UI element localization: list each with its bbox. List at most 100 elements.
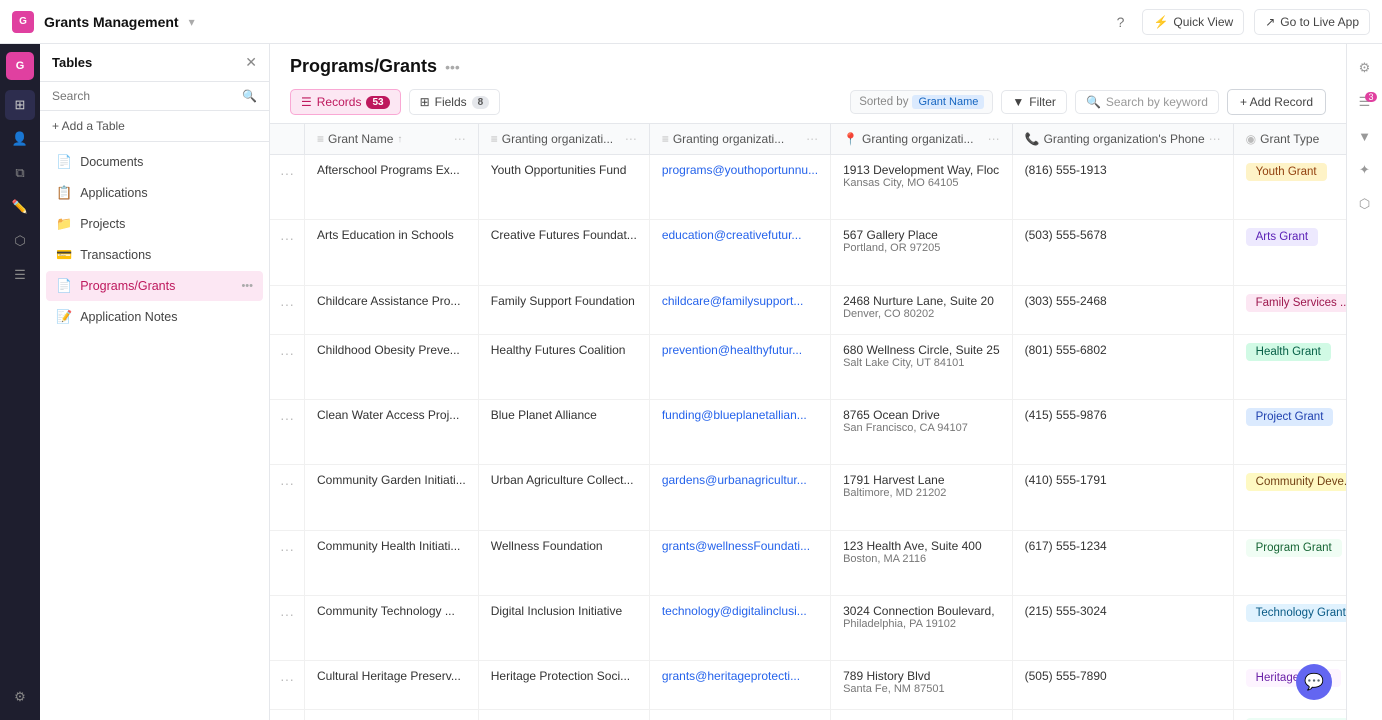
sorted-by-label: Sorted by <box>859 96 908 108</box>
row-dots[interactable]: ··· <box>270 220 305 285</box>
row-dots[interactable]: ··· <box>270 465 305 530</box>
nav-logo[interactable]: G <box>6 52 34 80</box>
row-dots[interactable]: ··· <box>270 530 305 595</box>
table-row: ··· Childhood Obesity Preve... Healthy F… <box>270 334 1346 399</box>
col-org-phone[interactable]: 📞 Granting organization's Phone ⋯ <box>1012 124 1233 155</box>
col-more-icon3[interactable]: ⋯ <box>806 132 818 146</box>
right-panel-list-icon[interactable]: ☰ 3 <box>1351 88 1379 116</box>
col-more-icon5[interactable]: ⋯ <box>1209 132 1221 146</box>
page-more-icon[interactable]: ••• <box>445 59 460 75</box>
col-org-email[interactable]: ≡ Granting organizati... ⋯ <box>649 124 830 155</box>
col-grant-type[interactable]: ◉ Grant Type ⋯ <box>1233 124 1346 155</box>
cell-org-name: Blue Planet Alliance <box>478 400 649 465</box>
transactions-icon: 💳 <box>56 247 72 263</box>
sort-chip[interactable]: Sorted by Grant Name <box>850 90 993 114</box>
col-org-name[interactable]: ≡ Granting organizati... ⋯ <box>478 124 649 155</box>
col-more-icon4[interactable]: ⋯ <box>988 132 1000 146</box>
cell-grant-name: Community Health Initiati... <box>305 530 479 595</box>
table-row: ··· Arts Education in Schools Creative F… <box>270 220 1346 285</box>
page-title: Programs/Grants <box>290 56 437 77</box>
cell-org-phone: (816) 555-1913 <box>1012 155 1233 220</box>
go-to-live-button[interactable]: ↗ Go to Live App <box>1254 9 1370 35</box>
toolbar: ☰ Records 53 ⊞ Fields 8 Sorted by Grant … <box>270 83 1346 124</box>
table-row: ··· Digital Literacy for Seniors Technol… <box>270 710 1346 720</box>
sort-asc-icon: ↑ <box>397 134 402 145</box>
nav-icon-edit[interactable]: ✏️ <box>5 192 35 222</box>
table-row: ··· Community Garden Initiati... Urban A… <box>270 465 1346 530</box>
cell-org-email: grants@wellnessFoundati... <box>649 530 830 595</box>
cell-grant-type: Education Grant <box>1233 710 1346 720</box>
table-wrapper: ≡ Grant Name ↑ ⋯ ≡ Granting organizati..… <box>270 124 1346 720</box>
sidebar-item-projects[interactable]: 📁 Projects <box>46 209 263 239</box>
grant-type-col-icon: ◉ <box>1246 132 1256 146</box>
nav-icon-grid[interactable]: ⊞ <box>5 90 35 120</box>
right-panel: ⚙ ☰ 3 ▼ ✦ ⬡ <box>1346 44 1382 720</box>
col-dots <box>270 124 305 155</box>
col-org-address[interactable]: 📍 Granting organizati... ⋯ <box>831 124 1013 155</box>
nav-icon-layers[interactable]: ⧉ <box>5 158 35 188</box>
col-grant-name[interactable]: ≡ Grant Name ↑ ⋯ <box>305 124 479 155</box>
nav-icon-list[interactable]: ☰ <box>5 260 35 290</box>
sidebar: Tables ✕ 🔍 + Add a Table 📄 Documents 📋 A… <box>40 44 270 720</box>
cell-grant-type: Project Grant <box>1233 400 1346 465</box>
chat-bubble[interactable]: 💬 <box>1296 664 1332 700</box>
help-button[interactable]: ? <box>1109 10 1133 34</box>
right-panel-star-icon[interactable]: ✦ <box>1351 156 1379 184</box>
nav-icon-settings[interactable]: ⚙ <box>5 682 35 712</box>
cell-org-name: Family Support Foundation <box>478 285 649 334</box>
org-phone-col-icon: 📞 <box>1025 132 1040 146</box>
fields-button[interactable]: ⊞ Fields 8 <box>409 89 501 115</box>
cell-org-email: funding@blueplanetallian... <box>649 400 830 465</box>
nav-icon-connect[interactable]: ⬡ <box>5 226 35 256</box>
cell-org-phone: (801) 555-6802 <box>1012 334 1233 399</box>
row-dots[interactable]: ··· <box>270 400 305 465</box>
cell-org-phone: (505) 555-7890 <box>1012 661 1233 710</box>
table-row: ··· Community Health Initiati... Wellnes… <box>270 530 1346 595</box>
row-dots[interactable]: ··· <box>270 285 305 334</box>
fields-icon: ⊞ <box>420 95 430 109</box>
page-header: Programs/Grants ••• <box>270 44 1346 83</box>
quick-view-button[interactable]: ⚡ Quick View <box>1142 9 1244 35</box>
row-dots[interactable]: ··· <box>270 710 305 720</box>
row-dots[interactable]: ··· <box>270 155 305 220</box>
row-dots[interactable]: ··· <box>270 661 305 710</box>
sidebar-search-input[interactable] <box>52 89 236 103</box>
row-dots[interactable]: ··· <box>270 595 305 660</box>
table-row: ··· Clean Water Access Proj... Blue Plan… <box>270 400 1346 465</box>
records-button[interactable]: ☰ Records 53 <box>290 89 401 115</box>
col-more-icon[interactable]: ⋯ <box>454 132 466 146</box>
add-record-button[interactable]: + Add Record <box>1227 89 1326 115</box>
right-panel-filter-icon[interactable]: ▼ <box>1351 122 1379 150</box>
table-row: ··· Community Technology ... Digital Inc… <box>270 595 1346 660</box>
sidebar-item-application-notes[interactable]: 📝 Application Notes <box>46 302 263 332</box>
filter-button[interactable]: ▼ Filter <box>1001 90 1067 114</box>
cell-org-name: Healthy Futures Coalition <box>478 334 649 399</box>
cell-org-name: Technology Access Foun... <box>478 710 649 720</box>
right-panel-share-icon[interactable]: ⬡ <box>1351 190 1379 218</box>
search-keyword-input[interactable]: 🔍 Search by keyword <box>1075 90 1219 114</box>
cell-org-address: 789 History Blvd Santa Fe, NM 87501 <box>831 661 1013 710</box>
col-more-icon2[interactable]: ⋯ <box>625 132 637 146</box>
external-link-icon: ↗ <box>1265 15 1275 29</box>
sidebar-item-documents[interactable]: 📄 Documents <box>46 147 263 177</box>
org-address-col-icon: 📍 <box>843 132 858 146</box>
cell-org-name: Youth Opportunities Fund <box>478 155 649 220</box>
nav-icon-users[interactable]: 👤 <box>5 124 35 154</box>
programs-grants-more-icon[interactable]: ••• <box>241 280 253 292</box>
cell-org-email: gardens@urbanagricultur... <box>649 465 830 530</box>
cell-org-address: 680 Wellness Circle, Suite 25 Salt Lake … <box>831 334 1013 399</box>
quick-view-icon: ⚡ <box>1153 15 1168 29</box>
sidebar-item-transactions[interactable]: 💳 Transactions <box>46 240 263 270</box>
records-badge: 53 <box>366 96 389 109</box>
cell-org-phone: (415) 555-9876 <box>1012 400 1233 465</box>
cell-grant-name: Cultural Heritage Preserv... <box>305 661 479 710</box>
sidebar-item-applications[interactable]: 📋 Applications <box>46 178 263 208</box>
row-dots[interactable]: ··· <box>270 334 305 399</box>
sidebar-item-programs-grants[interactable]: 📄 Programs/Grants ••• <box>46 271 263 301</box>
sidebar-close-icon[interactable]: ✕ <box>245 54 257 71</box>
cell-grant-name: Digital Literacy for Seniors <box>305 710 479 720</box>
add-table-button[interactable]: + Add a Table <box>40 111 269 142</box>
right-panel-settings-icon[interactable]: ⚙ <box>1351 54 1379 82</box>
cell-grant-type: Family Services ... <box>1233 285 1346 334</box>
cell-org-email: grants@heritageprotecti... <box>649 661 830 710</box>
